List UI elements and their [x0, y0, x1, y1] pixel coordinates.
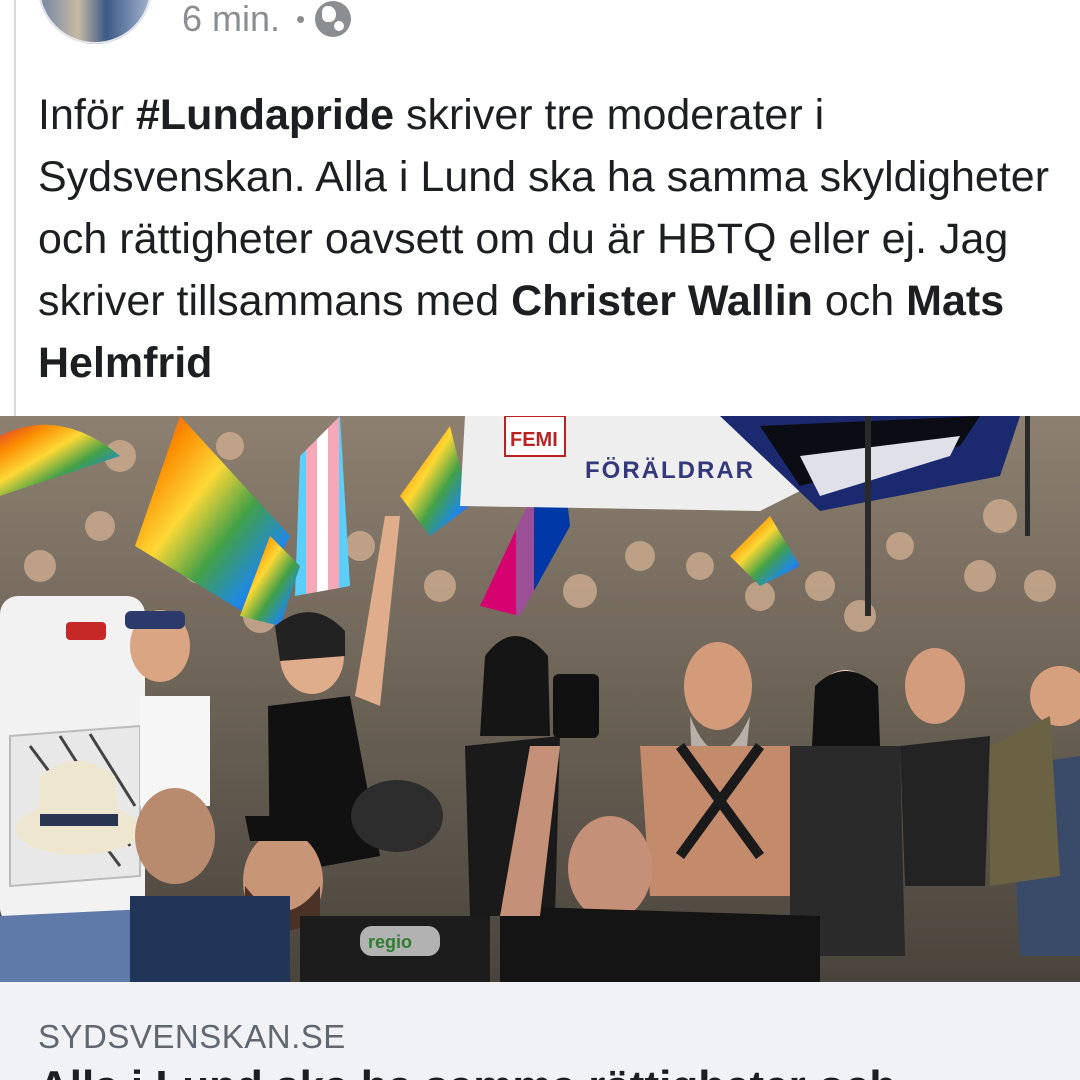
post-timestamp[interactable]: 6 min. — [182, 0, 280, 40]
post-meta: 6 min. • — [182, 0, 352, 40]
avatar[interactable] — [38, 0, 152, 44]
mention-christer-wallin[interactable]: Christer Wallin — [511, 277, 813, 325]
link-title[interactable]: Alla i Lund ska ha samma rättigheter och — [38, 1062, 896, 1080]
post-header: 6 min. • — [38, 0, 352, 44]
link-domain: SYDSVENSKAN.SE — [38, 1018, 346, 1055]
hat-text: regio — [368, 932, 412, 952]
meta-separator: • — [296, 3, 306, 34]
post-text-intro: Inför — [38, 91, 136, 139]
post-photo[interactable]: FEMI FÖRÄLDRAR regio — [0, 416, 1080, 982]
banner-text: FÖRÄLDRAR — [585, 457, 755, 484]
post-text-connector: och — [812, 277, 907, 325]
post-text: Inför #Lundapride skriver tre moderater … — [38, 84, 1068, 394]
sign-text: FEMI — [510, 429, 558, 451]
post-card-edge — [0, 0, 16, 416]
globe-icon[interactable] — [315, 1, 352, 37]
facebook-post: 6 min. • Inför #Lundapride skriver tre m… — [0, 0, 1080, 1080]
hashtag-link[interactable]: #Lundapride — [136, 91, 394, 139]
